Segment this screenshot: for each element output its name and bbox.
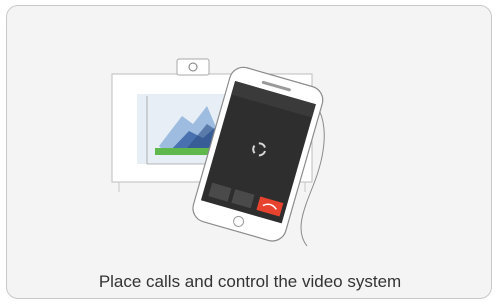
caption-text: Place calls and control the video system xyxy=(98,272,402,291)
info-card: Place calls and control the video system xyxy=(6,5,492,299)
illustration-phone-controlling-video-system xyxy=(111,58,325,247)
video-system-camera-icon xyxy=(176,58,210,76)
